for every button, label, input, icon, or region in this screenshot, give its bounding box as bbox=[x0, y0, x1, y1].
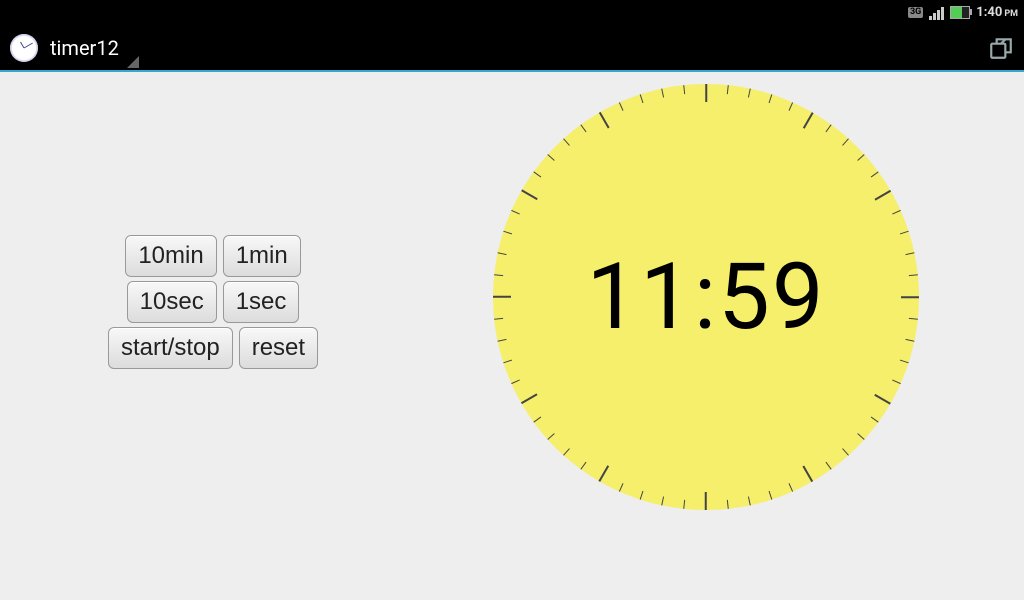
status-clock: 1:40PM bbox=[976, 5, 1018, 20]
status-bar: 3G 1:40PM bbox=[0, 0, 1024, 25]
status-clock-period: PM bbox=[1004, 9, 1018, 19]
timer-button-grid: 10min 1min 10sec 1sec start/stop reset bbox=[108, 235, 318, 369]
signal-icon bbox=[929, 6, 944, 20]
dropdown-indicator-icon[interactable] bbox=[127, 56, 139, 68]
title-bar: timer12 bbox=[0, 25, 1024, 70]
main-content: 10min 1min 10sec 1sec start/stop reset 1… bbox=[0, 72, 1024, 600]
add-1min-button[interactable]: 1min bbox=[223, 235, 301, 277]
network-3g-icon: 3G bbox=[908, 7, 923, 18]
add-1sec-button[interactable]: 1sec bbox=[223, 281, 300, 323]
clock-face: 11:59 bbox=[493, 84, 919, 510]
battery-icon bbox=[950, 6, 970, 19]
add-10sec-button[interactable]: 10sec bbox=[127, 281, 217, 323]
app-title: timer12 bbox=[50, 36, 119, 60]
compatibility-zoom-icon[interactable] bbox=[988, 35, 1014, 61]
app-clock-icon bbox=[10, 34, 38, 62]
reset-button[interactable]: reset bbox=[239, 327, 318, 369]
status-clock-time: 1:40 bbox=[976, 5, 1002, 20]
start-stop-button[interactable]: start/stop bbox=[108, 327, 233, 369]
add-10min-button[interactable]: 10min bbox=[125, 235, 216, 277]
timer-display: 11:59 bbox=[493, 84, 919, 510]
